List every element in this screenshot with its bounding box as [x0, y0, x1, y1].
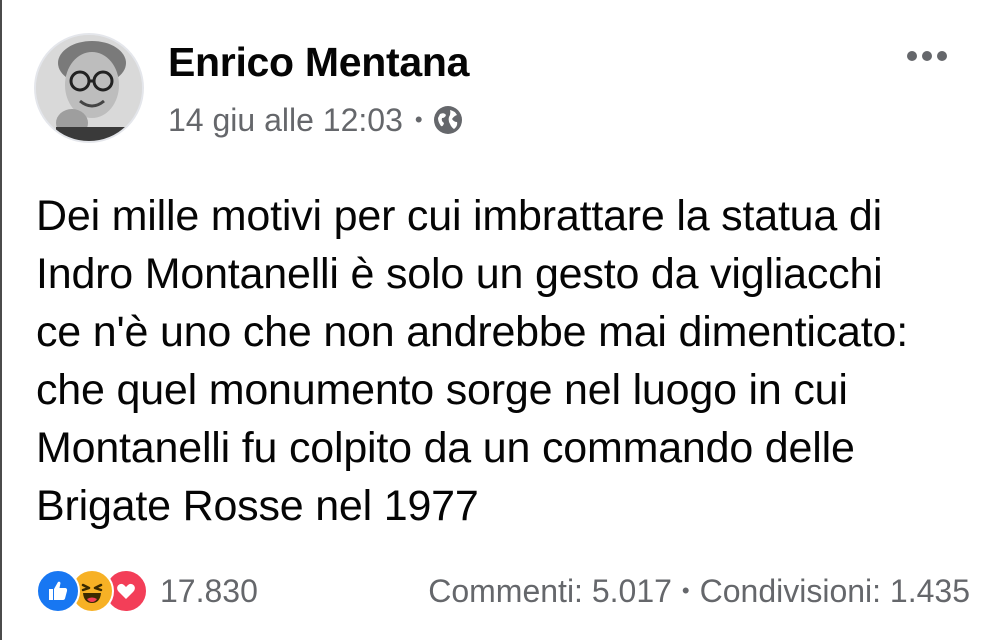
shares-count-link[interactable]: Condivisioni: 1.435 — [700, 573, 970, 610]
reactions-summary[interactable]: 17.830 — [36, 569, 258, 613]
like-icon — [36, 569, 80, 613]
post-meta: 14 giu alle 12:03 • — [168, 98, 463, 142]
meta-separator: • — [414, 107, 423, 132]
post-stats: Commenti: 5.017 • Condivisioni: 1.435 — [428, 573, 970, 610]
post-timestamp[interactable]: 14 giu alle 12:03 — [168, 102, 403, 139]
facebook-post: Enrico Mentana 14 giu alle 12:03 • Dei m… — [0, 0, 1000, 640]
reaction-count: 17.830 — [160, 572, 258, 609]
author-name[interactable]: Enrico Mentana — [168, 38, 469, 86]
globe-icon[interactable] — [433, 105, 463, 135]
more-options-icon[interactable] — [898, 38, 956, 74]
stats-separator: • — [681, 578, 690, 603]
author-photo — [36, 35, 142, 141]
author-avatar[interactable] — [34, 33, 144, 143]
post-footer: 17.830 Commenti: 5.017 • Condivisioni: 1… — [36, 566, 970, 616]
post-body-text: Dei mille motivi per cui imbrattare la s… — [36, 192, 908, 530]
comments-count-link[interactable]: Commenti: 5.017 — [428, 573, 672, 610]
